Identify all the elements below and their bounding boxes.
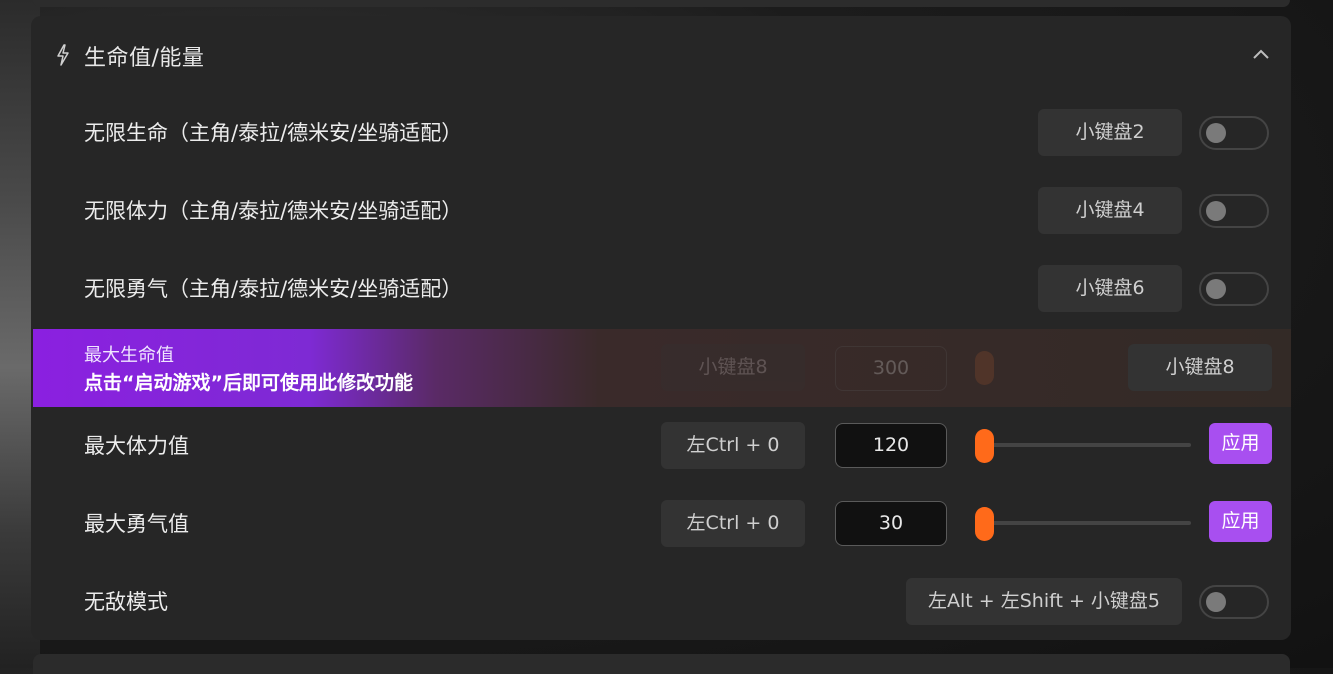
apply-button[interactable]: 应用 [1209,501,1272,542]
hotkey-button[interactable]: 小键盘2 [1038,109,1182,156]
hotkey-button[interactable]: 小键盘6 [1038,265,1182,312]
max-stamina-row: 最大体力值 左Ctrl + 0 120 应用 [31,407,1291,485]
row-label: 无限体力（主角/泰拉/德米安/坐骑适配） [84,199,463,223]
toggle-knob [1206,201,1226,221]
previous-section-edge [33,0,1290,7]
infinite-stamina-row: 无限体力（主角/泰拉/德米安/坐骑适配） 小键盘4 [31,172,1291,250]
ghost-value-input: 300 [835,346,947,391]
infinite-courage-toggle[interactable] [1199,272,1269,306]
max-courage-slider-track[interactable] [975,521,1191,525]
row-label: 无敌模式 [84,590,168,614]
lightning-icon [57,44,69,66]
max-stamina-slider-thumb[interactable] [975,429,994,463]
infinite-courage-row: 无限勇气（主角/泰拉/德米安/坐骑适配） 小键盘6 [31,250,1291,328]
row-label: 最大体力值 [84,434,189,458]
infinite-health-row: 无限生命（主角/泰拉/德米安/坐骑适配） 小键盘2 [31,94,1291,172]
max-courage-slider-thumb[interactable] [975,507,994,541]
max-health-label: 最大生命值 [84,345,174,366]
section-title: 生命值/能量 [84,46,205,71]
max-courage-row: 最大勇气值 左Ctrl + 0 30 应用 [31,485,1291,563]
toggle-knob [1206,123,1226,143]
god-mode-row: 无敌模式 左Alt + 左Shift + 小键盘5 [31,563,1291,640]
infinite-stamina-toggle[interactable] [1199,194,1269,228]
ghost-hotkey: 小键盘8 [661,344,805,391]
section-header[interactable]: 生命值/能量 [31,16,1291,94]
hotkey-button[interactable]: 左Alt + 左Shift + 小键盘5 [906,578,1182,625]
ghost-slider-thumb [975,351,994,385]
max-health-locked-row: 小键盘8 300 最大生命值 点击“启动游戏”后即可使用此修改功能 小键盘8 [33,329,1291,407]
max-stamina-input[interactable]: 120 [835,423,947,468]
apply-button[interactable]: 应用 [1209,423,1272,464]
max-stamina-slider-track[interactable] [975,443,1191,447]
toggle-knob [1206,592,1226,612]
infinite-health-toggle[interactable] [1199,116,1269,150]
god-mode-toggle[interactable] [1199,585,1269,619]
section-panel: 生命值/能量 无限生命（主角/泰拉/德米安/坐骑适配） 小键盘2 无限体力（主角… [31,16,1291,640]
row-label: 最大勇气值 [84,512,189,536]
toggle-knob [1206,279,1226,299]
row-label: 无限生命（主角/泰拉/德米安/坐骑适配） [84,121,463,145]
hotkey-button[interactable]: 小键盘8 [1128,344,1272,391]
hotkey-button[interactable]: 左Ctrl + 0 [661,500,805,547]
hotkey-button[interactable]: 左Ctrl + 0 [661,422,805,469]
max-courage-input[interactable]: 30 [835,501,947,546]
row-label: 无限勇气（主角/泰拉/德米安/坐骑适配） [84,277,463,301]
next-section-edge [33,654,1290,674]
launch-game-notice: 点击“启动游戏”后即可使用此修改功能 [84,372,413,394]
chevron-up-icon[interactable] [1251,47,1271,61]
hotkey-button[interactable]: 小键盘4 [1038,187,1182,234]
